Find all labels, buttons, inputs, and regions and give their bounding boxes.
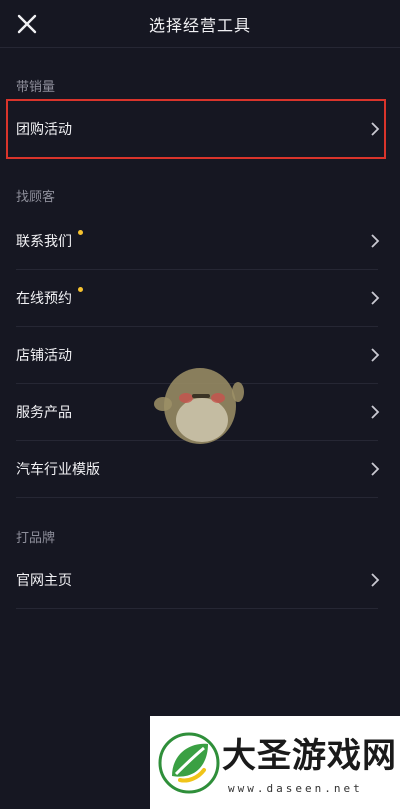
menu-item-label: 在线预约 <box>16 291 72 307</box>
menu-item-label: 官网主页 <box>16 573 72 589</box>
page-title: 选择经营工具 <box>148 16 251 35</box>
section-label-brand: 打品牌 <box>16 531 56 546</box>
top-bar: 选择经营工具 <box>0 0 400 48</box>
divider <box>16 497 378 498</box>
watermark-banner: 大圣游戏网 www.daseen.net <box>150 716 400 809</box>
menu-item-label: 店铺活动 <box>16 348 72 364</box>
chevron-right-icon <box>370 573 380 587</box>
chevron-right-icon <box>370 348 380 362</box>
chevron-right-icon <box>370 291 380 305</box>
menu-item-contact-us[interactable]: 联系我们 <box>0 213 400 269</box>
notification-dot <box>78 230 83 235</box>
menu-item-auto-template[interactable]: 汽车行业模版 <box>0 441 400 497</box>
watermark-url: www.daseen.net <box>228 782 363 795</box>
mascot-sticker-icon <box>154 368 244 444</box>
notification-dot <box>78 287 83 292</box>
leaf-logo-icon <box>158 732 220 794</box>
watermark-name: 大圣游戏网 <box>222 736 397 776</box>
section-label-sales: 带销量 <box>16 80 56 95</box>
menu-item-label: 汽车行业模版 <box>16 462 100 478</box>
chevron-right-icon <box>370 462 380 476</box>
highlight-box <box>6 99 386 159</box>
menu-item-official-homepage[interactable]: 官网主页 <box>0 552 400 608</box>
section-label-customers: 找顾客 <box>16 190 56 205</box>
menu-item-label: 服务产品 <box>16 405 72 421</box>
menu-item-online-booking[interactable]: 在线预约 <box>0 270 400 326</box>
chevron-right-icon <box>370 234 380 248</box>
menu-item-label: 联系我们 <box>16 234 72 250</box>
divider <box>16 608 378 609</box>
chevron-right-icon <box>370 405 380 419</box>
